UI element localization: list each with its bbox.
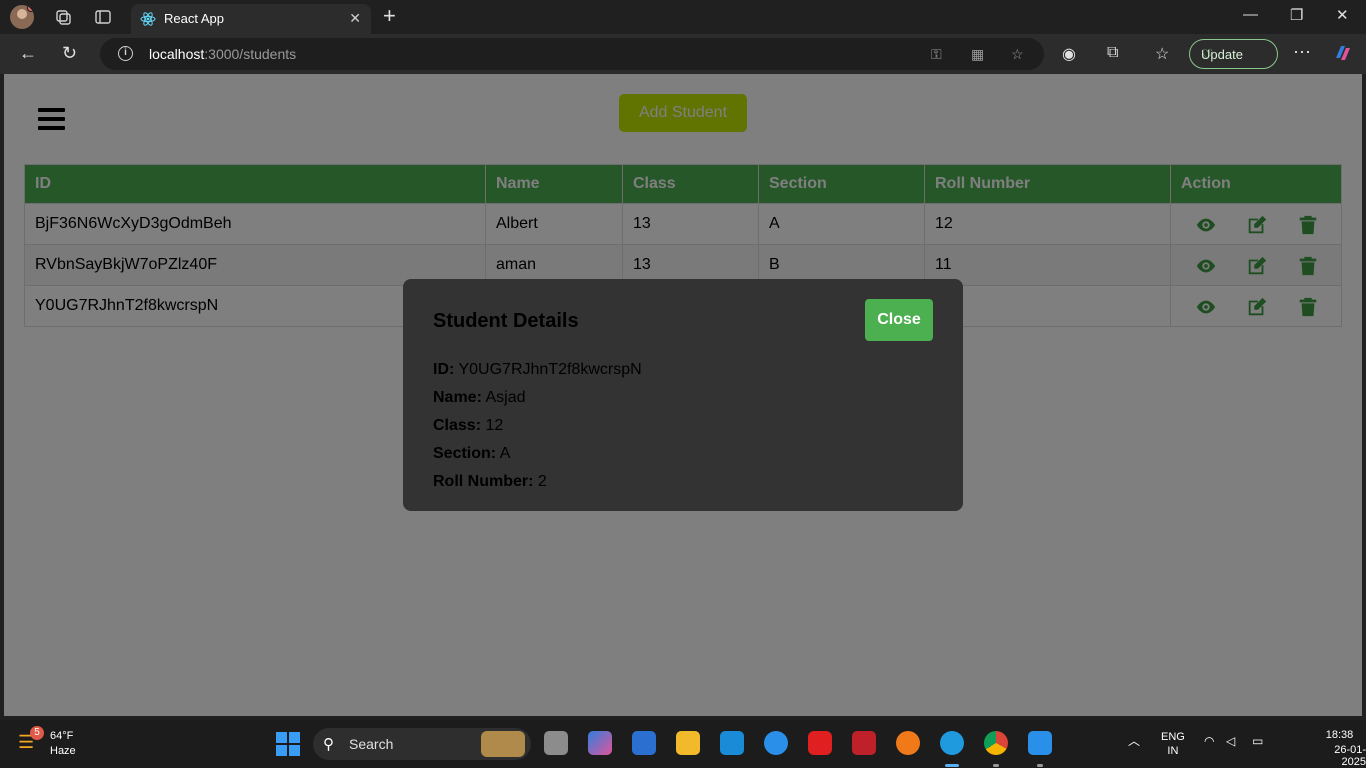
volume-icon[interactable]: ◁ bbox=[1226, 734, 1235, 748]
task-view-icon[interactable] bbox=[544, 731, 568, 755]
detail-class: Class: 12 bbox=[433, 417, 504, 434]
youtube-icon[interactable] bbox=[808, 731, 832, 755]
search-icon: ⚲ bbox=[323, 736, 334, 753]
windows-taskbar: ☰ 5 64°F Haze ⚲ Search ︿ ENG IN ◠ ◁ ▭ 18:… bbox=[0, 720, 1366, 768]
vscode-icon[interactable] bbox=[1028, 731, 1052, 755]
edge-icon[interactable] bbox=[940, 731, 964, 755]
firefox-icon[interactable] bbox=[896, 731, 920, 755]
site-info-icon[interactable]: i bbox=[118, 46, 133, 61]
detail-id: ID: Y0UG7RJhnT2f8kwcrspN bbox=[433, 361, 642, 378]
clock-date: 26-01-2025 bbox=[1334, 744, 1366, 768]
restore-icon[interactable]: ❐ bbox=[1290, 6, 1303, 24]
battery-icon[interactable]: ▭ bbox=[1252, 734, 1263, 748]
browser-title-bar: React App ✕ + — ❐ ✕ bbox=[0, 0, 1366, 34]
tab-title: React App bbox=[164, 11, 224, 26]
vscode-indicator bbox=[1037, 764, 1043, 767]
url-text[interactable]: localhost:3000/students bbox=[149, 46, 296, 62]
store-icon[interactable] bbox=[632, 731, 656, 755]
tab-react-app[interactable]: React App ✕ bbox=[131, 4, 371, 34]
student-details-modal: Student Details Close ID: Y0UG7RJhnT2f8k… bbox=[403, 279, 963, 511]
new-tab-icon[interactable]: + bbox=[383, 5, 396, 27]
favorite-star-icon[interactable]: ☆ bbox=[1011, 46, 1024, 63]
minimize-icon[interactable]: — bbox=[1243, 6, 1258, 23]
search-highlight-image bbox=[481, 731, 525, 757]
update-button[interactable]: Update ♡ bbox=[1189, 39, 1278, 69]
weather-badge: 5 bbox=[30, 726, 44, 740]
health-icon: ♡ bbox=[1201, 46, 1214, 62]
mcafee-icon[interactable] bbox=[852, 731, 876, 755]
address-bar[interactable]: i localhost:3000/students ⚿ ▦ ☆ bbox=[100, 38, 1044, 70]
weather-condition: Haze bbox=[50, 745, 76, 757]
page-viewport: Add Student ID Name Class Section Roll N… bbox=[4, 74, 1362, 716]
chrome-icon[interactable] bbox=[984, 731, 1008, 755]
react-logo-icon bbox=[140, 12, 156, 26]
myhp-icon[interactable] bbox=[720, 731, 744, 755]
wifi-icon[interactable]: ◠ bbox=[1204, 734, 1214, 748]
help-icon[interactable] bbox=[764, 731, 788, 755]
browser-toolbar: ← ↻ i localhost:3000/students ⚿ ▦ ☆ ◉ ⧉ … bbox=[0, 34, 1366, 74]
search-label: Search bbox=[349, 736, 394, 752]
workspaces-icon[interactable] bbox=[54, 8, 72, 26]
refresh-icon[interactable]: ↻ bbox=[62, 43, 77, 64]
favorites-icon[interactable]: ☆ bbox=[1155, 44, 1169, 64]
extensions-icon[interactable]: ⧉ bbox=[1107, 44, 1118, 62]
clock-time: 18:38 bbox=[1325, 729, 1354, 741]
detail-section: Section: A bbox=[433, 445, 511, 462]
back-icon[interactable]: ← bbox=[19, 43, 37, 64]
copilot-icon[interactable] bbox=[1332, 42, 1354, 69]
detail-name: Name: Asjad bbox=[433, 389, 526, 406]
clock[interactable]: 18:38 26-01-2025 bbox=[1313, 729, 1366, 768]
taskbar-search[interactable]: ⚲ Search bbox=[313, 728, 531, 760]
language-indicator[interactable]: ENG IN bbox=[1161, 730, 1185, 758]
file-explorer-icon[interactable] bbox=[676, 731, 700, 755]
tracking-icon[interactable]: ◉ bbox=[1062, 44, 1076, 64]
edge-active-indicator bbox=[945, 764, 959, 767]
tab-close-icon[interactable]: ✕ bbox=[349, 10, 361, 27]
more-menu-icon[interactable]: ⋯ bbox=[1293, 42, 1311, 63]
detail-roll-number: Roll Number: 2 bbox=[433, 473, 547, 490]
temperature: 64°F bbox=[50, 730, 74, 742]
show-hidden-icons-chevron-icon[interactable]: ︿ bbox=[1128, 732, 1140, 749]
app-available-icon[interactable]: ▦ bbox=[971, 46, 984, 63]
key-icon[interactable]: ⚿ bbox=[931, 46, 942, 63]
start-windows-icon[interactable] bbox=[276, 732, 300, 756]
modal-title: Student Details bbox=[433, 310, 579, 332]
profile-avatar[interactable] bbox=[10, 5, 34, 29]
tab-actions-icon[interactable] bbox=[94, 8, 112, 26]
copilot-app-icon[interactable] bbox=[588, 731, 612, 755]
chrome-indicator bbox=[993, 764, 999, 767]
close-button[interactable]: Close bbox=[865, 299, 933, 341]
close-window-icon[interactable]: ✕ bbox=[1336, 6, 1349, 24]
